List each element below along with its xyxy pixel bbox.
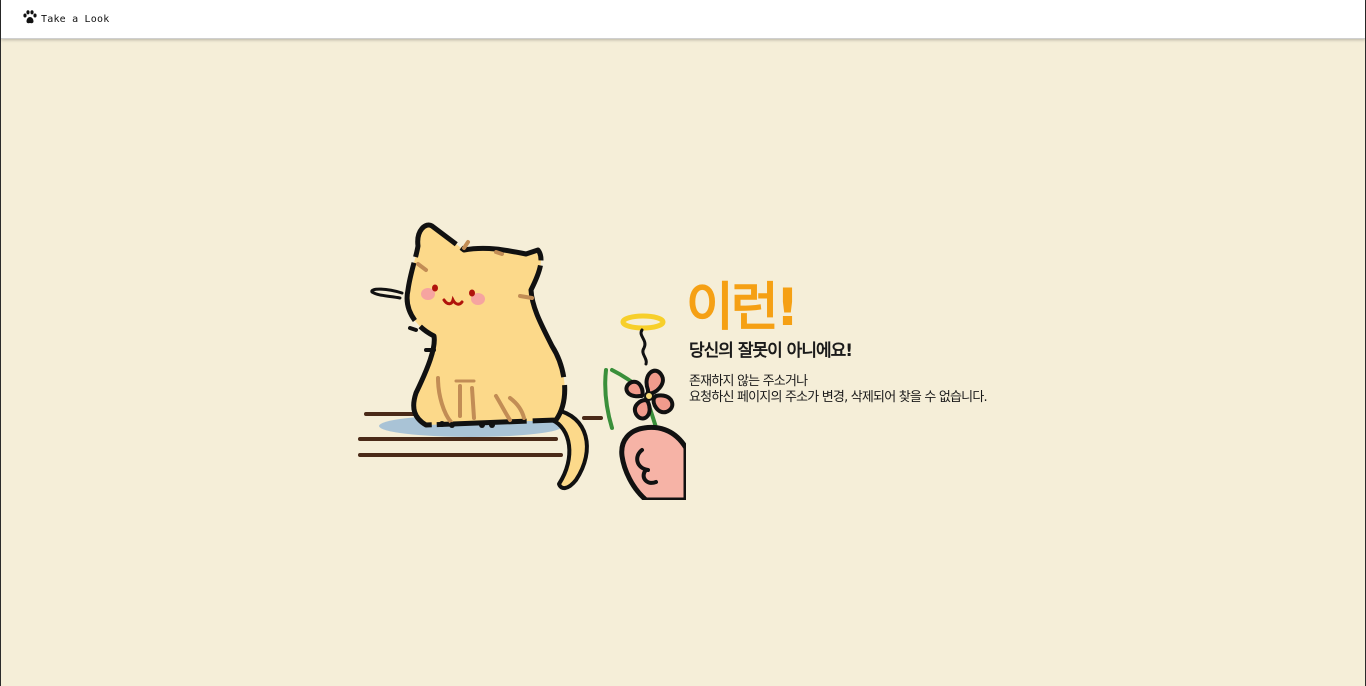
error-description-line-2: 요청하신 페이지의 주소가 변경, 삭제되어 찾을 수 없습니다. [689,390,988,405]
error-subtitle: 당신의 잘못이 아니에요! [689,341,853,361]
error-description: 존재하지 않는 주소거나 요청하신 페이지의 주소가 변경, 삭제되어 찾을 수… [689,374,988,406]
logo-link[interactable]: Take a Look [22,9,109,29]
paw-icon [22,9,38,29]
top-bar: Take a Look [1,0,1365,39]
logo-text: Take a Look [41,13,110,25]
error-message: 이런! 당신의 잘못이 아니에요! 존재하지 않는 주소거나 요청하신 페이지의… [686,278,988,406]
error-description-line-1: 존재하지 않는 주소거나 [689,374,808,389]
cat-with-flower-illustration [356,218,689,503]
error-headline: 이런! [686,278,799,338]
